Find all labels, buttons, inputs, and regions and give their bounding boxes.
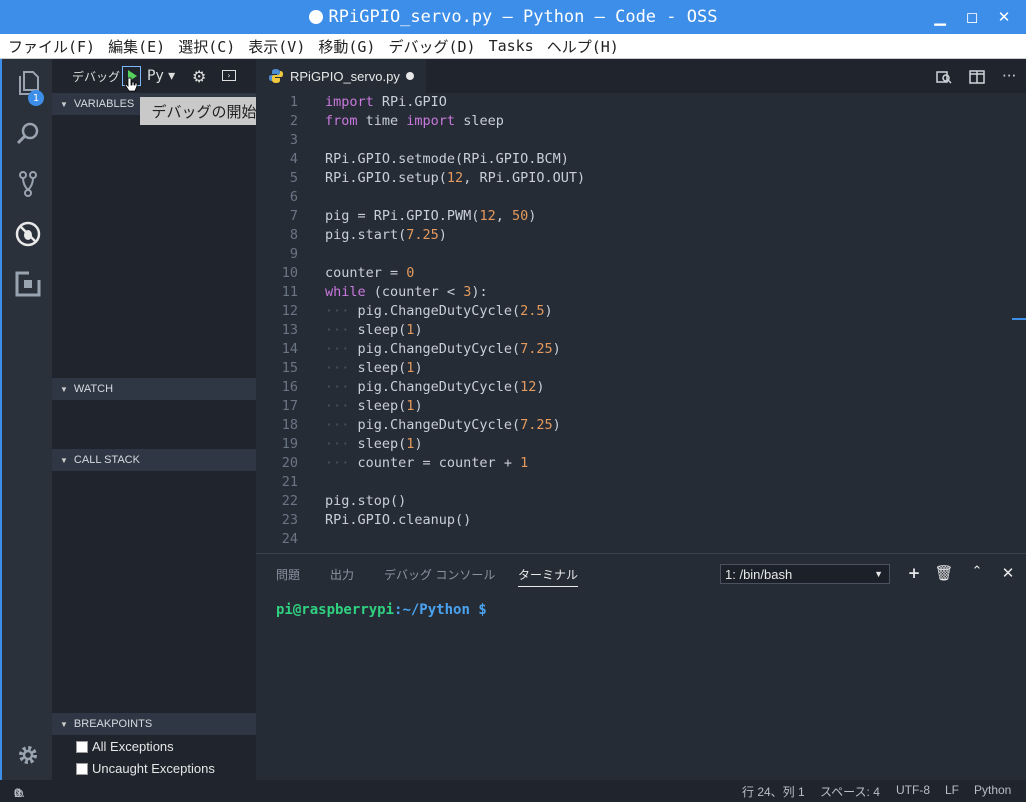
app-icon — [308, 10, 323, 24]
chevron-down-icon: ▼ — [874, 569, 883, 579]
code-line: 20 ··· counter = counter + 1 — [281, 455, 529, 471]
debug-toolbar: デバッグ Py ▾ ⚙ › — [52, 59, 256, 93]
code-line: 7 pig = RPi.GPIO.PWM(12, 50) — [289, 208, 537, 224]
code-line: 14 ··· pig.ChangeDutyCycle(7.25) — [281, 341, 561, 357]
trash-icon[interactable]: 🗑 — [934, 564, 954, 582]
menu-edit[interactable]: 編集(E) — [108, 36, 165, 57]
code-line: 2 from time import sleep — [289, 113, 504, 129]
debug-label: デバッグ — [72, 69, 121, 84]
debug-sidebar: デバッグ Py ▾ ⚙ › ▼ VARIABLES ▼ WATCH ▼ CALL… — [52, 59, 256, 780]
menu-view[interactable]: 表示(V) — [248, 36, 305, 57]
code-line: 19 ··· sleep(1) — [281, 436, 423, 452]
code-line: 21 — [281, 474, 298, 490]
collapse-icon: ▼ — [60, 719, 68, 729]
indentation[interactable]: スペース: 4 — [820, 783, 880, 800]
code-line: 22 pig.stop() — [281, 493, 407, 509]
eol[interactable]: LF — [945, 783, 959, 797]
settings-gear-icon[interactable] — [2, 735, 54, 775]
bp-uncaught-exceptions[interactable]: Uncaught Exceptions — [76, 761, 215, 776]
tab-debug-console[interactable]: デバッグ コンソール — [384, 566, 495, 583]
source-control-icon[interactable] — [2, 164, 54, 204]
code-line: 5 RPi.GPIO.setup(12, RPi.GPIO.OUT) — [289, 170, 586, 186]
menu-go[interactable]: 移動(G) — [318, 36, 375, 57]
tab-terminal[interactable]: ターミナル — [518, 566, 579, 587]
activity-bar: 1 — [0, 59, 52, 780]
code-line: 8 pig.start(7.25) — [289, 227, 447, 243]
checkbox[interactable] — [76, 740, 88, 753]
checkbox[interactable] — [76, 762, 88, 775]
bottom-panel: 問題 出力 デバッグ コンソール ターミナル 1: /bin/bash ▼ + … — [256, 553, 1026, 780]
collapse-icon: ▼ — [60, 455, 68, 465]
tab-output[interactable]: 出力 — [330, 566, 354, 583]
code-line: 17 ··· sleep(1) — [281, 398, 423, 414]
code-line: 15 ··· sleep(1) — [281, 360, 423, 376]
code-line: 1 import RPi.GPIO — [289, 94, 447, 110]
debug-config-select[interactable]: Py ▾ — [147, 68, 175, 84]
menu-help[interactable]: ヘルプ(H) — [547, 36, 619, 57]
window-title: RPiGPIO_servo.py — Python — Code - OSS — [328, 7, 718, 27]
maximize-icon[interactable]: ◻ — [956, 8, 988, 26]
code-line: 3 — [289, 132, 298, 148]
collapse-icon: ▼ — [60, 384, 68, 394]
editor-tab-bar: RPiGPIO_servo.py ··· — [256, 59, 1026, 93]
maximize-panel-icon[interactable]: ⌃ — [967, 564, 987, 579]
menu-tasks[interactable]: Tasks — [489, 37, 534, 55]
search-icon[interactable] — [2, 114, 54, 154]
new-terminal-icon[interactable]: + — [904, 564, 924, 582]
prompt-user: pi@raspberrypi — [276, 602, 395, 618]
bp-all-exceptions[interactable]: All Exceptions — [76, 739, 174, 754]
debug-icon[interactable] — [2, 214, 54, 254]
call-stack-header[interactable]: ▼ CALL STACK — [52, 449, 256, 471]
code-line: 9 — [289, 246, 298, 262]
more-actions-icon[interactable]: ··· — [1002, 67, 1016, 85]
menu-selection[interactable]: 選択(C) — [178, 36, 235, 57]
code-line: 4 RPi.GPIO.setmode(RPi.GPIO.BCM) — [289, 151, 569, 167]
encoding[interactable]: UTF-8 — [896, 783, 930, 797]
code-line: 12 ··· pig.ChangeDutyCycle(2.5) — [281, 303, 553, 319]
debug-settings-gear-icon[interactable]: ⚙ — [192, 67, 206, 86]
extensions-icon[interactable] — [2, 264, 54, 304]
open-changes-icon[interactable] — [936, 69, 952, 89]
terminal-prompt[interactable]: pi@raspberrypi:~/Python $ — [276, 602, 487, 618]
hand-cursor-icon — [124, 77, 138, 92]
python-file-icon — [269, 69, 283, 83]
code-line: 10 counter = 0 — [281, 265, 415, 281]
cursor-position[interactable]: 行 24、列 1 — [742, 783, 805, 800]
code-line: 13 ··· sleep(1) — [281, 322, 423, 338]
debug-console-icon[interactable]: › — [222, 70, 236, 81]
menu-bar: ファイル(F) 編集(E) 選択(C) 表示(V) 移動(G) デバッグ(D) … — [0, 34, 1026, 59]
watch-header[interactable]: ▼ WATCH — [52, 378, 256, 400]
terminal-select[interactable]: 1: /bin/bash ▼ — [720, 564, 890, 584]
collapse-icon: ▼ — [60, 99, 68, 109]
code-line: 6 — [289, 189, 298, 205]
code-line: 24 — [281, 531, 298, 547]
minimize-icon[interactable]: ▁ — [924, 8, 956, 26]
split-editor-icon[interactable] — [969, 69, 985, 89]
close-icon[interactable]: ✕ — [988, 8, 1020, 26]
tab-problems[interactable]: 問題 — [276, 566, 300, 583]
close-panel-icon[interactable]: ✕ — [998, 564, 1018, 582]
breakpoints-header[interactable]: ▼ BREAKPOINTS — [52, 713, 256, 735]
title-bar: RPiGPIO_servo.py — Python — Code - OSS ▁… — [0, 0, 1026, 34]
menu-file[interactable]: ファイル(F) — [8, 36, 95, 57]
code-line: 23 RPi.GPIO.cleanup() — [281, 512, 472, 528]
scrollbar-marker — [1012, 318, 1026, 320]
start-debug-tooltip: デバッグの開始 — [140, 97, 268, 125]
tab-rpigpio-servo[interactable]: RPiGPIO_servo.py — [256, 59, 426, 93]
code-editor[interactable]: 1 import RPi.GPIO 2 from time import sleep… — [256, 93, 1026, 553]
language-mode[interactable]: Python — [974, 783, 1011, 797]
status-bar: ⊗ 0 ⚠ 0 行 24、列 1 スペース: 4 UTF-8 LF Python — [0, 780, 1026, 802]
unsaved-dot-icon[interactable] — [406, 72, 414, 80]
code-line: 11 while (counter < 3): — [281, 284, 488, 300]
menu-debug[interactable]: デバッグ(D) — [388, 36, 475, 57]
explorer-icon[interactable]: 1 — [2, 63, 54, 106]
explorer-badge: 1 — [28, 90, 44, 106]
prompt-path: :~/Python $ — [394, 602, 487, 618]
code-line: 16 ··· pig.ChangeDutyCycle(12) — [281, 379, 545, 395]
code-line: 18 ··· pig.ChangeDutyCycle(7.25) — [281, 417, 561, 433]
